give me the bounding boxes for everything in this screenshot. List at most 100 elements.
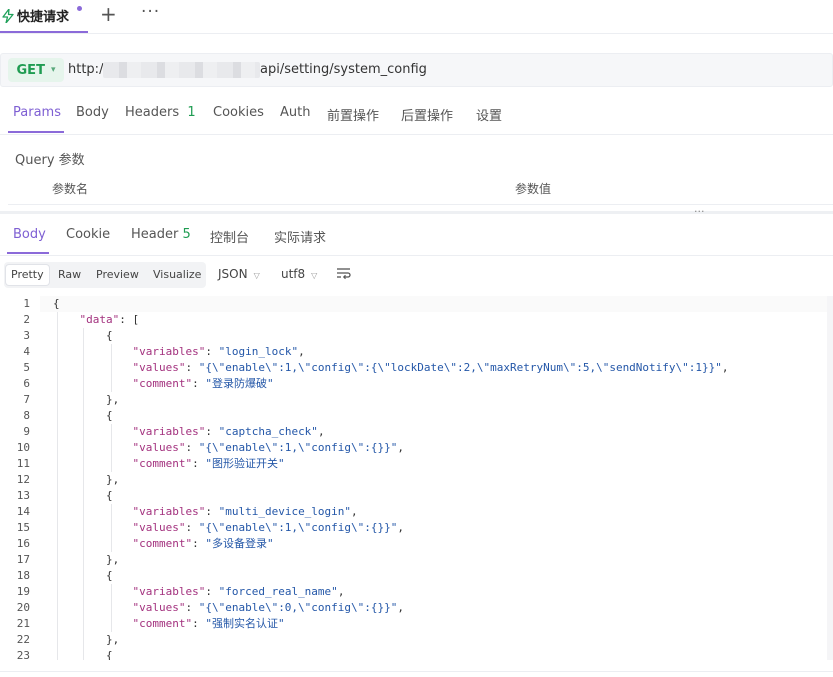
line-number: 7 — [23, 393, 30, 406]
line-number: 15 — [16, 521, 30, 534]
code-text: }, — [53, 473, 120, 486]
code-text: "variables": "captcha_check", — [132, 425, 325, 438]
query-table-header — [8, 174, 833, 205]
request-tab-bar — [0, 0, 833, 34]
plus-icon[interactable]: + — [100, 3, 117, 25]
code-line: 23 { — [0, 648, 833, 660]
code-line: 11 "comment": "图形验证开关" — [0, 456, 833, 472]
code-text: }, — [53, 633, 120, 646]
format-select[interactable]: JSON ▽ — [218, 267, 260, 281]
code-text: "variables": "login_lock", — [132, 345, 305, 358]
code-line: 12 }, — [0, 472, 833, 488]
encoding-select-value: utf8 — [281, 267, 306, 281]
method-select[interactable]: GET ▾ — [8, 58, 64, 82]
code-line: 7 }, — [0, 392, 833, 408]
line-number: 4 — [23, 345, 30, 358]
code-text: { — [53, 329, 113, 342]
code-text: { — [53, 649, 113, 660]
line-number: 12 — [16, 473, 30, 486]
code-line: 13 { — [0, 488, 833, 504]
code-line: 16 "comment": "多设备登录" — [0, 536, 833, 552]
tab-pre-operation[interactable]: 前置操作 — [327, 105, 379, 124]
view-visualize-button[interactable]: Visualize — [148, 265, 206, 285]
tab-label: 快捷请求 — [17, 10, 70, 25]
method-label: GET — [16, 62, 45, 78]
view-pretty-button[interactable]: Pretty — [6, 265, 49, 285]
tab-actual-request[interactable]: 实际请求 — [274, 227, 326, 246]
chevron-down-icon: ▽ — [253, 271, 260, 280]
line-number: 21 — [16, 617, 30, 630]
response-header-count: 5 — [182, 227, 191, 242]
view-preview-button[interactable]: Preview — [91, 265, 144, 285]
tab-headers[interactable]: Headers 1 — [125, 105, 196, 120]
panel-divider[interactable] — [0, 211, 833, 214]
encoding-select[interactable]: utf8 ▽ — [281, 267, 317, 281]
active-tab-indicator — [8, 131, 64, 133]
code-text: "values": "{\"enable\":1,\"config\":{}}"… — [132, 521, 405, 534]
tab-post-operation[interactable]: 后置操作 — [401, 105, 453, 124]
column-param-value: 参数值 — [515, 182, 552, 196]
line-number: 17 — [16, 553, 30, 566]
code-text: "variables": "multi_device_login", — [132, 505, 358, 518]
tab-response-cookie[interactable]: Cookie — [66, 227, 110, 242]
query-params-title: Query 参数 — [15, 153, 85, 168]
code-text: "values": "{\"enable\":1,\"config\":{\"l… — [132, 361, 729, 374]
line-number: 8 — [23, 409, 30, 422]
code-text: "comment": "强制实名认证" — [132, 617, 285, 630]
code-line: 3 { — [0, 328, 833, 344]
line-number: 19 — [16, 585, 30, 598]
line-number: 13 — [16, 489, 30, 502]
code-text: { — [53, 409, 113, 422]
tab-response-body[interactable]: Body — [13, 227, 46, 242]
url-path[interactable]: api/setting/system_config — [260, 62, 427, 77]
line-number: 10 — [16, 441, 30, 454]
line-number: 6 — [23, 377, 30, 390]
url-prefix[interactable]: http:// — [68, 62, 108, 77]
bottom-border — [0, 671, 833, 672]
chevron-down-icon: ▾ — [50, 65, 56, 75]
column-param-name: 参数名 — [52, 182, 89, 196]
code-line: 21 "comment": "强制实名认证" — [0, 616, 833, 632]
code-text: "comment": "多设备登录" — [132, 537, 274, 550]
headers-count: 1 — [187, 105, 196, 120]
code-text: "variables": "forced_real_name", — [132, 585, 345, 598]
tab-quick-request[interactable]: 快捷请求 — [0, 0, 88, 33]
tab-cookies[interactable]: Cookies — [213, 105, 264, 120]
code-text: "values": "{\"enable\":0,\"config\":{}}"… — [132, 601, 405, 614]
line-number: 23 — [16, 649, 30, 660]
tab-params[interactable]: Params — [13, 105, 61, 120]
response-body-viewer[interactable]: 1 {2 "data": [ 3 {4 "variables": "login_lo… — [0, 296, 833, 660]
code-line: 15 "values": "{\"enable\":1,\"config\":{… — [0, 520, 833, 536]
code-line: 20 "values": "{\"enable\":0,\"config\":{… — [0, 600, 833, 616]
code-text: }, — [53, 553, 120, 566]
code-text: { — [53, 297, 60, 310]
tab-settings[interactable]: 设置 — [476, 105, 502, 124]
code-text: "comment": "图形验证开关" — [132, 457, 285, 470]
word-wrap-icon[interactable] — [336, 266, 352, 280]
line-number: 11 — [16, 457, 30, 470]
line-number: 16 — [16, 537, 30, 550]
view-raw-button[interactable]: Raw — [53, 265, 86, 285]
line-number: 2 — [23, 313, 30, 326]
tab-headers-label: Headers — [125, 105, 180, 120]
ellipsis-icon[interactable]: ··· — [141, 2, 160, 22]
tab-console[interactable]: 控制台 — [210, 227, 249, 246]
line-number: 1 — [23, 297, 30, 310]
code-text: { — [53, 569, 113, 582]
line-number: 20 — [16, 601, 30, 614]
code-text: "data": [ — [79, 313, 140, 326]
tab-response-header-label: Header — [131, 227, 179, 242]
chevron-down-icon: ▽ — [311, 271, 318, 280]
vertical-scrollbar[interactable] — [827, 296, 833, 660]
tab-auth[interactable]: Auth — [280, 105, 310, 120]
active-response-tab-indicator — [7, 252, 49, 254]
code-line: 9 "variables": "captcha_check", — [0, 424, 833, 440]
line-number: 3 — [23, 329, 30, 342]
format-select-value: JSON — [218, 267, 248, 281]
tab-response-header[interactable]: Header 5 — [131, 227, 191, 242]
tab-body[interactable]: Body — [76, 105, 109, 120]
redacted-host — [103, 62, 260, 78]
lightning-icon — [2, 8, 14, 23]
code-line: 5 "values": "{\"enable\":1,\"config\":{\… — [0, 360, 833, 376]
line-number: 5 — [23, 361, 30, 374]
